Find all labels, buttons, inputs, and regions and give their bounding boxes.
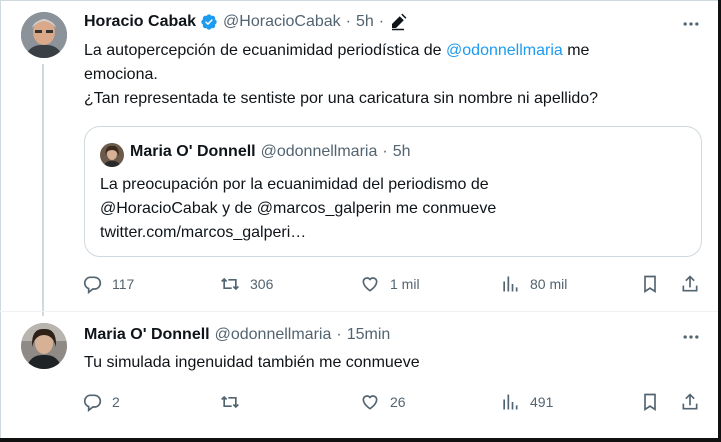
verified-badge-icon — [201, 14, 217, 30]
tweet1-header: Horacio Cabak @HoracioCabak · 5h · — [84, 13, 407, 31]
reply-icon — [83, 394, 102, 412]
views-button[interactable]: 80 mil — [500, 274, 567, 294]
bookmark-icon — [644, 275, 656, 294]
retweet-count: 306 — [250, 276, 274, 292]
author-name[interactable]: Maria O' Donnell — [84, 326, 210, 344]
retweet-button[interactable] — [220, 392, 250, 412]
avatar-maria-odonnell-small[interactable] — [100, 143, 124, 167]
meta-separator: · — [336, 326, 342, 343]
window-edge-bottom — [0, 438, 721, 442]
like-button[interactable]: 1 mil — [360, 274, 420, 294]
tweet2-header: Maria O' Donnell @odonnellmaria · 15min — [84, 326, 390, 344]
author-name[interactable]: Horacio Cabak — [84, 13, 196, 31]
mention-link[interactable]: @odonnellmaria — [446, 42, 563, 59]
tweet1-text-prefix: La autopercepción de ecuanimidad periodí… — [84, 42, 447, 59]
more-options-icon[interactable] — [680, 326, 702, 348]
quote-author-handle[interactable]: @odonnellmaria — [261, 143, 378, 161]
quote-line2: @HoracioCabak y de @marcos_galperin me c… — [100, 200, 497, 217]
share-button[interactable] — [680, 392, 700, 412]
meta-separator: · — [378, 13, 385, 30]
like-count: 1 mil — [390, 276, 420, 292]
tweet1-text-suffix: me — [562, 42, 590, 59]
reply-icon — [83, 276, 102, 294]
share-icon — [682, 275, 698, 292]
tweet1-actions: 117 306 1 mil 80 mil — [82, 274, 706, 296]
reply-button[interactable]: 2 — [82, 392, 120, 412]
views-count: 491 — [530, 394, 554, 410]
author-handle[interactable]: @odonnellmaria — [215, 326, 332, 344]
reply-button[interactable]: 117 — [82, 274, 134, 294]
bookmark-button[interactable] — [640, 392, 660, 412]
more-options-icon[interactable] — [680, 13, 702, 35]
bookmark-icon — [644, 393, 656, 412]
author-handle[interactable]: @HoracioCabak — [223, 13, 341, 31]
quote-text: La preocupación por la ecuanimidad del p… — [100, 173, 690, 245]
quote-link[interactable]: twitter.com/marcos_galperi… — [100, 221, 690, 245]
edit-pencil-icon — [392, 13, 407, 31]
quote-timestamp[interactable]: 5h — [393, 143, 411, 161]
tweet1-line3: ¿Tan representada te sentiste por una ca… — [84, 90, 599, 107]
share-button[interactable] — [680, 274, 700, 294]
tweet1-line2: emociona. — [84, 66, 158, 83]
like-count: 26 — [390, 394, 406, 410]
tweet-divider — [0, 311, 718, 312]
reply-count: 117 — [112, 276, 135, 292]
tweet2-actions: 2 26 491 — [82, 392, 706, 414]
tweet1-line1: La autopercepción de ecuanimidad periodí… — [84, 39, 704, 63]
thread-connector-line — [42, 64, 44, 316]
like-button[interactable]: 26 — [360, 392, 406, 412]
tweet1-text: La autopercepción de ecuanimidad periodí… — [84, 39, 704, 111]
quote-header: Maria O' Donnell @odonnellmaria · 5h — [130, 143, 410, 161]
tweet-timestamp[interactable]: 15min — [347, 326, 391, 344]
like-icon — [362, 395, 378, 410]
reply-count: 2 — [112, 394, 120, 410]
meta-separator: · — [345, 13, 351, 30]
views-icon — [503, 276, 518, 292]
views-icon — [503, 394, 518, 410]
views-button[interactable]: 491 — [500, 392, 553, 412]
meta-separator: · — [382, 143, 388, 160]
avatar-horacio-cabak[interactable] — [21, 12, 67, 58]
quote-line1: La preocupación por la ecuanimidad del p… — [100, 176, 489, 193]
share-icon — [682, 393, 698, 410]
views-count: 80 mil — [530, 276, 568, 292]
retweet-icon — [221, 277, 239, 291]
like-icon — [362, 277, 378, 292]
quoted-tweet-card[interactable]: Maria O' Donnell @odonnellmaria · 5h La … — [84, 126, 702, 257]
tweet-timestamp[interactable]: 5h — [356, 13, 374, 31]
avatar-maria-odonnell[interactable] — [21, 323, 67, 369]
retweet-button[interactable]: 306 — [220, 274, 273, 294]
bookmark-button[interactable] — [640, 274, 660, 294]
retweet-icon — [221, 395, 239, 409]
quote-author-name[interactable]: Maria O' Donnell — [130, 143, 256, 161]
tweet2-text: Tu simulada ingenuidad también me conmue… — [84, 354, 420, 371]
